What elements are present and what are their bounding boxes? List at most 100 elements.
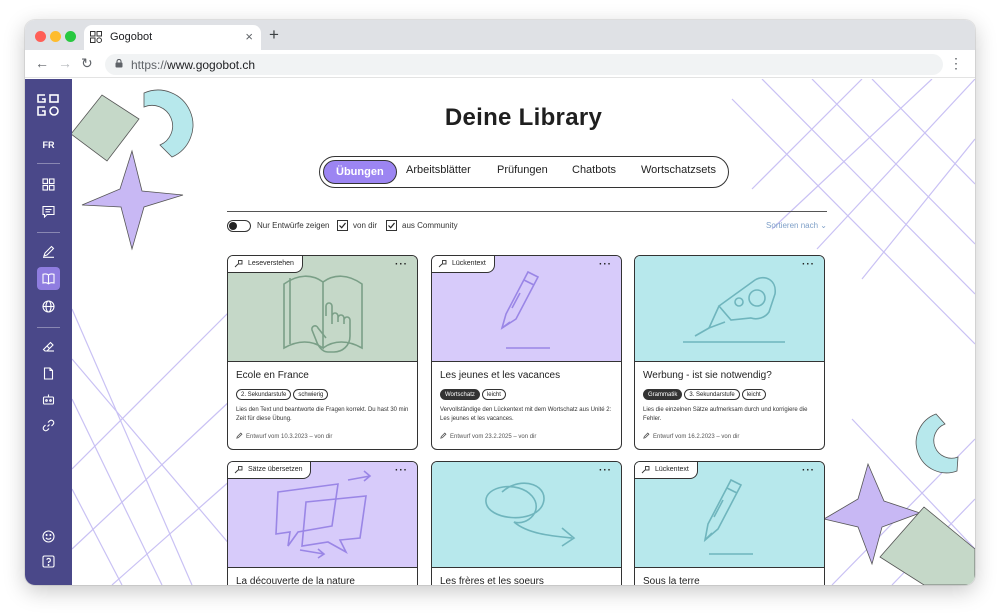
exercise-card[interactable]: Lückentext ··· Les jeunes et les vacance…: [431, 255, 622, 450]
card-title: Werbung - ist sie notwendig?: [643, 370, 772, 381]
more-options-icon[interactable]: ···: [802, 259, 815, 270]
sort-dropdown[interactable]: Sortieren nach ⌄: [766, 221, 827, 230]
sidebar-item-feedback[interactable]: [37, 525, 60, 548]
tab-wortschatzsets[interactable]: Wortschatzsets: [641, 164, 716, 176]
back-arrow-icon[interactable]: ←: [35, 55, 49, 71]
drafts-toggle[interactable]: [227, 220, 251, 232]
card-meta-text: Entwurf vom 16.2.2023 – von dir: [653, 434, 740, 440]
sidebar-item-help[interactable]: [37, 550, 60, 573]
card-type-label: Leseverstehen: [248, 260, 294, 267]
card-meta-text: Entwurf vom 23.2.2025 – von dir: [450, 434, 537, 440]
url-text: https://www.gogobot.ch: [131, 58, 255, 72]
more-options-icon[interactable]: ···: [599, 259, 612, 270]
url-scheme: https://: [131, 58, 168, 72]
pencil-icon: [236, 432, 243, 439]
sidebar-item-exercises[interactable]: [37, 335, 60, 358]
card-title: Les jeunes et les vacances: [440, 370, 561, 381]
drafts-toggle-label: Nur Entwürfe zeigen: [257, 221, 330, 230]
minimize-window-button[interactable]: [50, 31, 61, 42]
browser-menu-icon[interactable]: ⋮: [949, 55, 963, 72]
tag-topic: Wortschatz: [440, 389, 480, 400]
card-title: Sous la terre: [643, 576, 700, 585]
card-description: Lies den Text und beantworte die Fragen …: [236, 407, 409, 422]
exercise-card[interactable]: Sätze übersetzen ··· La découverte de la…: [227, 461, 418, 585]
tab-arbeitsblaetter[interactable]: Arbeitsblätter: [406, 164, 471, 176]
tag-level: 2. Sekundarstufe: [236, 389, 292, 400]
correction-tape-icon: [683, 276, 785, 343]
new-tab-icon[interactable]: +: [269, 25, 279, 45]
exercise-card[interactable]: ··· Werbung - ist sie notwendig? Grammat…: [634, 255, 825, 450]
community-label: aus Community: [402, 221, 458, 230]
more-options-icon[interactable]: ···: [802, 465, 815, 476]
card-type-label: Sätze übersetzen: [248, 466, 303, 473]
card-illustration: [635, 256, 824, 362]
sidebar-item-edit[interactable]: [37, 240, 60, 263]
card-type-label: Lückentext: [655, 466, 689, 473]
filter-bar: Nur Entwürfe zeigen von dir aus Communit…: [227, 219, 827, 233]
card-type-label: Lückentext: [452, 260, 486, 267]
community-checkbox[interactable]: [386, 220, 397, 231]
page-title: Deine Library: [444, 104, 603, 131]
close-window-button[interactable]: [35, 31, 46, 42]
sidebar-divider: [37, 327, 60, 328]
from-you-checkbox[interactable]: [337, 220, 348, 231]
exercise-card[interactable]: ··· Les frères et les soeurs: [431, 461, 622, 585]
card-title: Les frères et les soeurs: [440, 576, 544, 585]
sidebar-item-chatbots[interactable]: [37, 388, 60, 411]
browser-tab[interactable]: Gogobot ×: [84, 25, 261, 50]
eraser-icon: [42, 341, 54, 352]
gogobot-logo[interactable]: [36, 93, 60, 117]
language-switch[interactable]: FR: [25, 140, 72, 150]
browser-tab-bar: Gogobot × +: [25, 20, 975, 50]
exercise-card[interactable]: Leseverstehen ··· Ecole en France 2. Sek…: [227, 255, 418, 450]
exercise-card[interactable]: Lückentext ··· Sous la terre: [634, 461, 825, 585]
help-icon: [42, 555, 55, 568]
maximize-window-button[interactable]: [65, 31, 76, 42]
card-type-badge: Leseverstehen: [228, 256, 303, 273]
card-meta: Entwurf vom 23.2.2025 – von dir: [440, 432, 536, 440]
more-options-icon[interactable]: ···: [395, 259, 408, 270]
tab-chatbots[interactable]: Chatbots: [572, 164, 616, 176]
card-meta: Entwurf vom 10.3.2023 – von dir: [236, 432, 332, 440]
tab-uebungen[interactable]: Übungen: [323, 160, 397, 184]
sidebar-divider: [37, 232, 60, 233]
globe-icon: [42, 300, 55, 313]
close-tab-icon[interactable]: ×: [245, 29, 253, 44]
card-type-badge: Sätze übersetzen: [228, 462, 312, 479]
exercise-type-icon: [234, 466, 243, 474]
pencil-icon: [440, 432, 447, 439]
card-meta: Entwurf vom 16.2.2023 – von dir: [643, 432, 739, 440]
sidebar-item-library[interactable]: [37, 267, 60, 290]
sort-label: Sortieren nach: [766, 221, 819, 230]
smiley-icon: [42, 530, 55, 543]
card-tags: Wortschatz leicht: [440, 389, 508, 401]
exercise-type-icon: [234, 260, 243, 268]
sidebar-item-vocabulary[interactable]: [37, 414, 60, 437]
browser-window: Gogobot × + ← → ↻ https://www.gogobot.ch…: [25, 20, 975, 585]
robot-icon: [42, 394, 55, 405]
library-tabs: Übungen Arbeitsblätter Prüfungen Chatbot…: [319, 156, 729, 188]
link-icon: [42, 419, 55, 432]
card-description: Vervollständige den Lückentext mit dem W…: [440, 407, 612, 422]
card-title: La découverte de la nature: [236, 576, 355, 585]
reload-icon[interactable]: ↻: [81, 55, 93, 72]
more-options-icon[interactable]: ···: [395, 465, 408, 476]
more-options-icon[interactable]: ···: [599, 465, 612, 476]
forward-arrow-icon[interactable]: →: [58, 55, 72, 71]
sidebar-item-worksheets[interactable]: [37, 362, 60, 385]
tag-difficulty: leicht: [741, 389, 766, 400]
card-meta-text: Entwurf vom 10.3.2023 – von dir: [246, 434, 333, 440]
card-illustration: [432, 462, 621, 568]
pencil-icon: [43, 245, 55, 258]
card-type-badge: Lückentext: [635, 462, 698, 479]
exercise-type-icon: [641, 466, 650, 474]
sidebar-item-chat[interactable]: [37, 200, 60, 223]
tag-level: 3. Sekundarstufe: [684, 389, 740, 400]
sidebar-item-community[interactable]: [37, 295, 60, 318]
card-type-badge: Lückentext: [432, 256, 495, 273]
tab-pruefungen[interactable]: Prüfungen: [497, 164, 548, 176]
sidebar-item-dashboard[interactable]: [37, 173, 60, 196]
url-host: www.gogobot.ch: [167, 58, 256, 72]
address-bar[interactable]: https://www.gogobot.ch: [105, 54, 943, 75]
checkmark-icon: [339, 222, 346, 229]
